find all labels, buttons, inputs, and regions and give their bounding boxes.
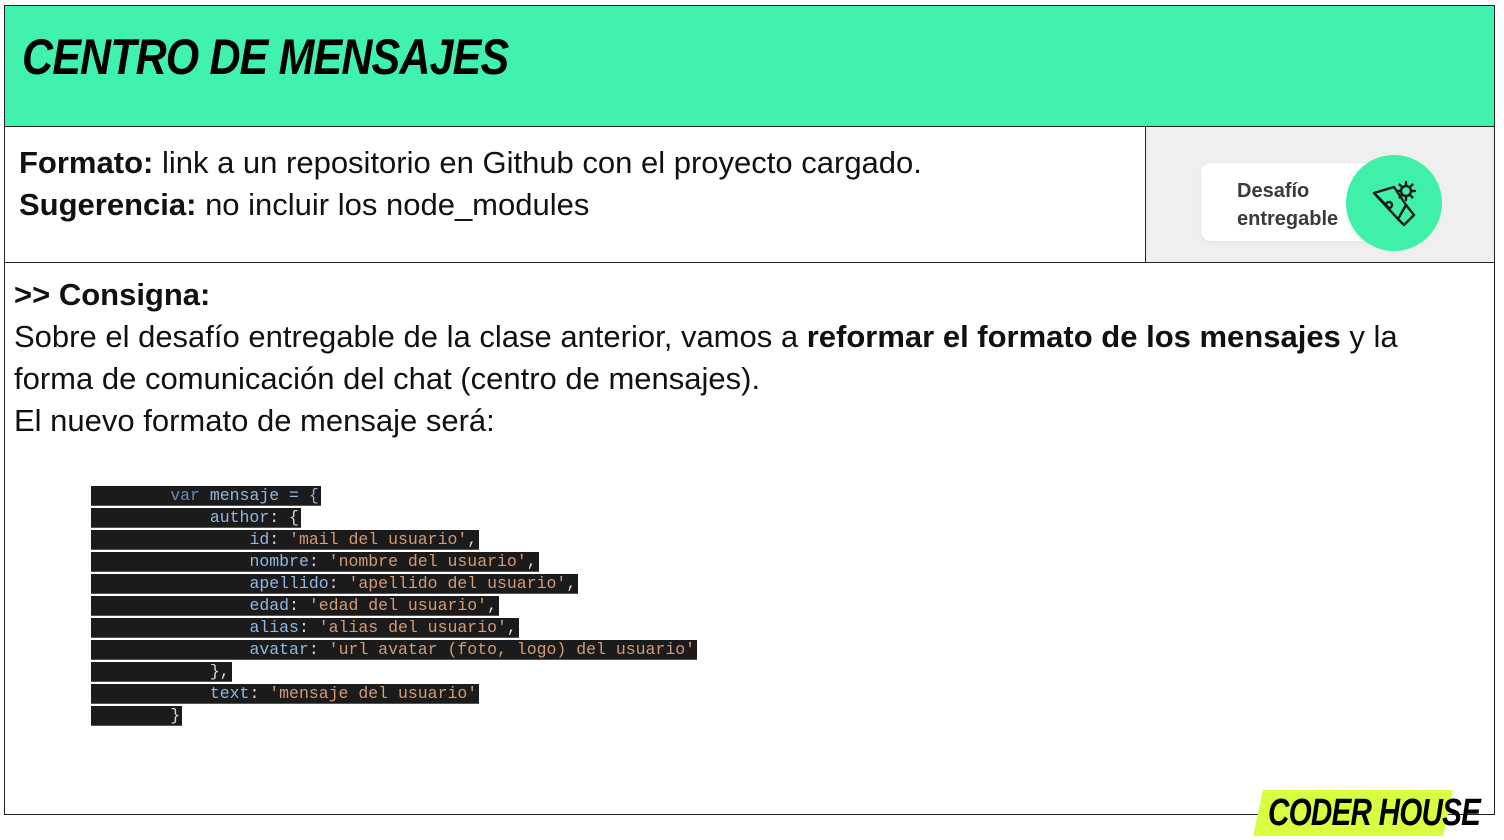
logo-text: CODER HOUSE	[1268, 792, 1481, 834]
code-line: edad: 'edad del usuario',	[91, 596, 499, 616]
code-block: var mensaje = { author: { id: 'mail del …	[91, 486, 698, 728]
coderhouse-logo: CODER HOUSE	[1253, 790, 1481, 836]
code-line: }	[91, 706, 183, 726]
sugerencia-text: no incluir los node_modules	[196, 187, 590, 222]
formato-line: Formato: link a un repositorio en Github…	[19, 142, 922, 184]
sugerencia-label: Sugerencia:	[19, 187, 197, 222]
code-line: id: 'mail del usuario',	[91, 530, 480, 550]
consigna-format-intro: El nuevo formato de mensaje será:	[14, 403, 495, 438]
consigna-section: >> Consigna: Sobre el desafío entregable…	[14, 274, 1484, 442]
code-line: author: {	[91, 508, 301, 528]
consigna-heading: >> Consigna:	[14, 277, 211, 312]
consigna-emphasis: reformar el formato de los mensajes	[806, 319, 1341, 354]
code-line: apellido: 'apellido del usuario',	[91, 574, 579, 594]
pen-gear-icon	[1346, 155, 1442, 251]
header-bar: CENTRO DE MENSAJES	[5, 6, 1494, 127]
formato-label: Formato:	[19, 145, 154, 180]
badge-label: Desafío entregable	[1237, 177, 1338, 233]
badge-line1: Desafío	[1237, 180, 1310, 202]
formato-text: link a un repositorio en Github con el p…	[153, 145, 922, 180]
code-line: alias: 'alias del usuario',	[91, 618, 519, 638]
code-line: text: 'mensaje del usuario'	[91, 684, 480, 704]
code-line: var mensaje = {	[91, 486, 321, 506]
page-title: CENTRO DE MENSAJES	[22, 29, 509, 85]
badge-line2: entregable	[1237, 208, 1339, 230]
sugerencia-line: Sugerencia: no incluir los node_modules	[19, 184, 589, 226]
badge-panel: Desafío entregable	[1146, 127, 1494, 263]
consigna-paragraph: Sobre el desafío entregable de la clase …	[14, 319, 1398, 396]
code-line: },	[91, 662, 232, 682]
code-line: nombre: 'nombre del usuario',	[91, 552, 539, 572]
info-box: Formato: link a un repositorio en Github…	[5, 127, 1146, 263]
code-line: avatar: 'url avatar (foto, logo) del usu…	[91, 640, 698, 660]
